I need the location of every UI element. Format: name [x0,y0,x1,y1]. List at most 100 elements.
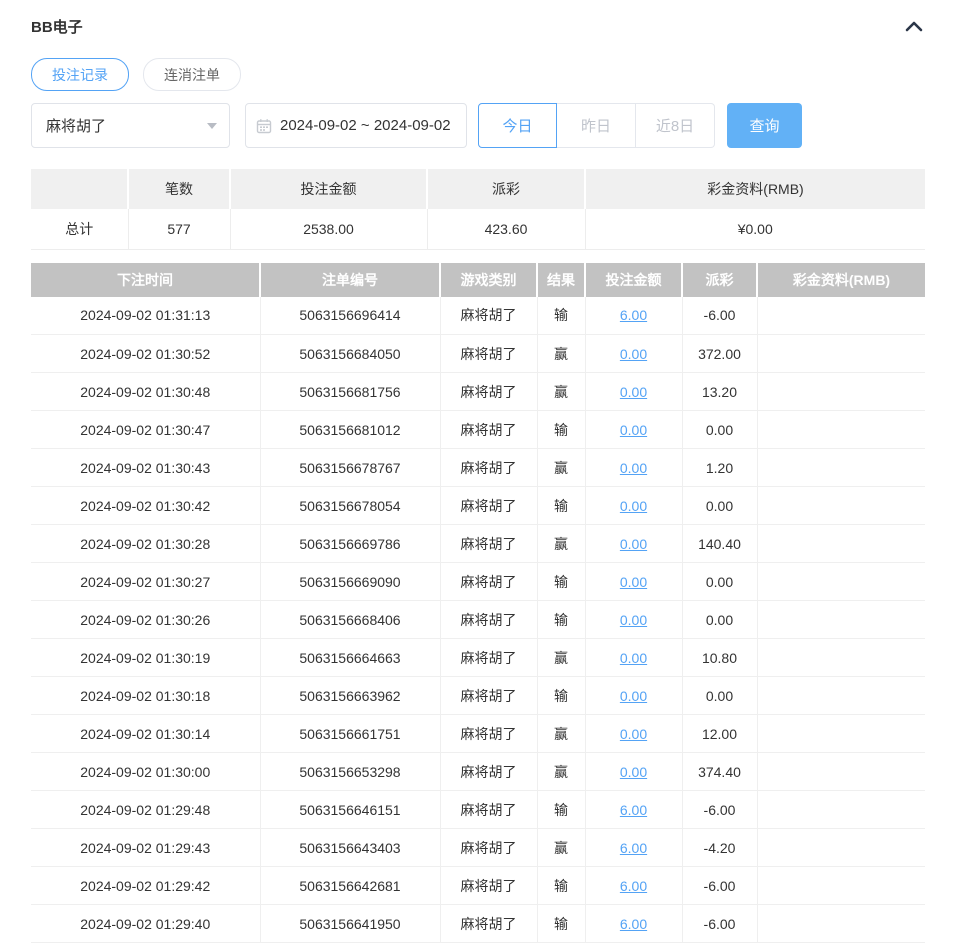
cell-payout: 0.00 [682,562,758,601]
quick-date-today-button[interactable]: 今日 [478,103,557,148]
bet-amount-link[interactable]: 0.00 [620,536,647,552]
bet-amount-link[interactable]: 0.00 [620,764,647,780]
cell-result: 赢 [537,638,586,677]
table-row: 2024-09-02 01:31:13 5063156696414 麻将胡了 输… [31,296,925,335]
cell-bonus [757,486,925,525]
cell-bet-time: 2024-09-02 01:29:40 [31,904,261,943]
table-row: 2024-09-02 01:30:43 5063156678767 麻将胡了 赢… [31,448,925,487]
bet-amount-link[interactable]: 0.00 [620,574,647,590]
cell-result: 输 [537,600,586,639]
cell-payout: 0.00 [682,486,758,525]
cell-payout: 12.00 [682,714,758,753]
records-column-header: 彩金资料(RMB) [757,262,925,297]
cell-payout: -6.00 [682,866,758,905]
summary-total-bet-amount: 2538.00 [230,209,428,250]
bet-amount-link[interactable]: 0.00 [620,650,647,666]
bb-electronic-panel: BB电子 投注记录 连消注单 麻将胡了 2024-09-02 ~ 2024-09… [0,0,962,943]
summary-header-row: 笔数 投注金额 派彩 彩金资料(RMB) [31,169,925,209]
cell-order-id: 5063156641950 [260,904,441,943]
cell-game-type: 麻将胡了 [440,410,538,449]
bet-amount-link[interactable]: 0.00 [620,498,647,514]
cell-bet-time: 2024-09-02 01:30:43 [31,448,261,487]
summary-header-empty [31,169,129,209]
cell-bet-time: 2024-09-02 01:30:42 [31,486,261,525]
cell-bet-time: 2024-09-02 01:30:19 [31,638,261,677]
record-type-tabs: 投注记录 连消注单 [31,58,925,91]
collapse-panel-button[interactable] [903,18,925,34]
table-row: 2024-09-02 01:29:43 5063156643403 麻将胡了 赢… [31,828,925,867]
bet-amount-link[interactable]: 0.00 [620,726,647,742]
tab-cancelled-orders[interactable]: 连消注单 [143,58,241,91]
summary-header-bet-amount: 投注金额 [230,169,428,209]
records-column-header: 投注金额 [585,262,683,297]
cell-game-type: 麻将胡了 [440,866,538,905]
cell-result: 输 [537,866,586,905]
cell-result: 输 [537,296,586,335]
cell-result: 输 [537,486,586,525]
page-title: BB电子 [31,18,83,36]
summary-total-bonus: ¥0.00 [585,209,925,250]
cell-game-type: 麻将胡了 [440,562,538,601]
cell-payout: 0.00 [682,410,758,449]
cell-bet-time: 2024-09-02 01:29:48 [31,790,261,829]
search-button[interactable]: 查询 [727,103,802,148]
bet-amount-link[interactable]: 6.00 [620,878,647,894]
records-header-row: 下注时间 注单编号 游戏类别 结果 投注金额 派彩 彩金资料(RMB) [31,262,925,297]
cell-bet-amount: 0.00 [585,410,683,449]
cell-result: 赢 [537,752,586,791]
records-column-header: 游戏类别 [440,262,538,297]
table-row: 2024-09-02 01:30:19 5063156664663 麻将胡了 赢… [31,638,925,677]
records-column-header: 派彩 [682,262,758,297]
quick-date-last8days-button[interactable]: 近8日 [636,103,715,148]
bet-amount-link[interactable]: 0.00 [620,346,647,362]
cell-bonus [757,524,925,563]
cell-bonus [757,866,925,905]
summary-total-label: 总计 [31,209,129,250]
table-row: 2024-09-02 01:30:27 5063156669090 麻将胡了 输… [31,562,925,601]
date-range-input[interactable]: 2024-09-02 ~ 2024-09-02 [245,103,467,148]
cell-order-id: 5063156642681 [260,866,441,905]
bet-amount-link[interactable]: 0.00 [620,688,647,704]
bet-amount-link[interactable]: 6.00 [620,307,647,323]
cell-order-id: 5063156696414 [260,296,441,335]
bet-amount-link[interactable]: 6.00 [620,840,647,856]
panel-header: BB电子 [31,14,925,38]
tab-bet-records[interactable]: 投注记录 [31,58,129,91]
cell-order-id: 5063156653298 [260,752,441,791]
cell-bonus [757,334,925,373]
cell-result: 输 [537,676,586,715]
cell-bonus [757,790,925,829]
cell-bet-amount: 0.00 [585,486,683,525]
bet-amount-link[interactable]: 6.00 [620,802,647,818]
cell-result: 输 [537,562,586,601]
cell-payout: 0.00 [682,600,758,639]
game-type-select[interactable]: 麻将胡了 [31,103,230,148]
cell-game-type: 麻将胡了 [440,296,538,335]
cell-game-type: 麻将胡了 [440,524,538,563]
summary-total-payout: 423.60 [427,209,586,250]
bet-amount-link[interactable]: 0.00 [620,422,647,438]
cell-bet-amount: 0.00 [585,676,683,715]
cell-bet-amount: 6.00 [585,866,683,905]
cell-bet-amount: 0.00 [585,638,683,677]
cell-bet-amount: 6.00 [585,828,683,867]
cell-bet-time: 2024-09-02 01:30:00 [31,752,261,791]
quick-date-button-group: 今日 昨日 近8日 [478,103,715,148]
cell-bet-time: 2024-09-02 01:30:28 [31,524,261,563]
cell-bonus [757,714,925,753]
cell-bonus [757,752,925,791]
bet-amount-link[interactable]: 0.00 [620,384,647,400]
bet-amount-link[interactable]: 0.00 [620,460,647,476]
cell-game-type: 麻将胡了 [440,448,538,487]
cell-bet-amount: 0.00 [585,600,683,639]
quick-date-yesterday-button[interactable]: 昨日 [557,103,636,148]
bet-amount-link[interactable]: 0.00 [620,612,647,628]
cell-bet-amount: 6.00 [585,296,683,335]
filter-bar: 麻将胡了 2024-09-02 ~ 2024-09-02 今日 昨日 近8日 查… [31,103,925,148]
bet-amount-link[interactable]: 6.00 [620,916,647,932]
table-row: 2024-09-02 01:30:47 5063156681012 麻将胡了 输… [31,410,925,449]
cell-order-id: 5063156681012 [260,410,441,449]
cell-bet-time: 2024-09-02 01:30:18 [31,676,261,715]
summary-total-row: 总计 577 2538.00 423.60 ¥0.00 [31,209,925,250]
cell-payout: -6.00 [682,296,758,335]
